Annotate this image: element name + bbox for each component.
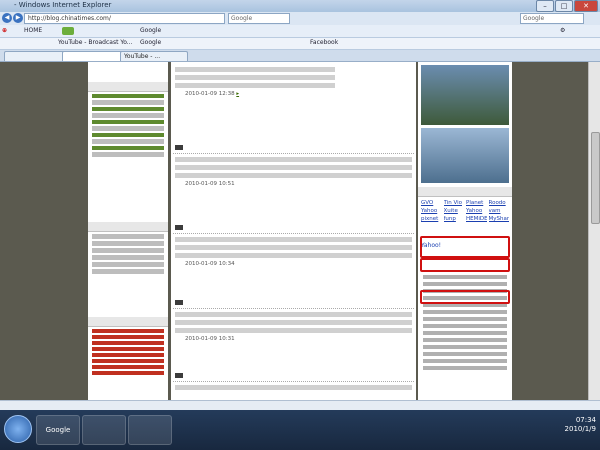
post-meta: 2010-01-09 10:34 (185, 261, 235, 267)
right-block-links: GVO Tin Vio Planet Roodo Yahoo Xuite Yah… (418, 187, 512, 225)
sidebar-photo[interactable] (421, 128, 509, 183)
post-meta: 2010-01-09 12:38 ▸ (185, 91, 240, 97)
start-button[interactable] (4, 415, 32, 443)
left-sidebar (88, 62, 168, 400)
minimize-button[interactable]: – (536, 0, 554, 12)
tab-item[interactable] (4, 51, 68, 61)
close-button[interactable]: ✕ (574, 0, 598, 12)
link-item[interactable]: funp (444, 216, 465, 222)
tab-strip: YouTube - ... (0, 50, 600, 62)
page-content: 2010-01-09 12:38 ▸ 2010-01-09 10:51 2010… (0, 62, 588, 400)
sidebar-heading (88, 222, 168, 232)
toolbar-home[interactable]: HOME (24, 27, 42, 35)
sidebar-heading (88, 317, 168, 327)
post-title[interactable] (173, 222, 414, 234)
link-item[interactable]: HEMiDEMi (466, 216, 487, 222)
highlight-box (420, 258, 510, 272)
window-title: - Windows Internet Explorer (14, 1, 112, 9)
link-item[interactable]: vam (489, 208, 510, 214)
vertical-scrollbar[interactable] (588, 62, 600, 400)
sidebar-block-recent (88, 82, 168, 159)
sidebar-heading (88, 82, 168, 92)
post-title[interactable] (173, 370, 414, 382)
toolbar-google[interactable]: Google (140, 27, 161, 35)
link-item[interactable]: Planet (466, 200, 487, 206)
link-item[interactable]: GVO (421, 200, 442, 206)
window-controls: – □ ✕ (536, 0, 598, 12)
link-item[interactable]: pixnet (421, 216, 442, 222)
post-meta: 2010-01-09 10:31 (185, 336, 235, 342)
link-item[interactable]: MyShare (489, 216, 510, 222)
post-item (173, 370, 414, 393)
taskbar-app[interactable] (128, 415, 172, 445)
post-item: 2010-01-09 12:38 ▸ (173, 64, 414, 97)
favorites-item[interactable]: YouTube - Broadcast Yo... (58, 39, 133, 47)
sidebar-block-ranking (88, 317, 168, 377)
link-item[interactable]: Roodo (489, 200, 510, 206)
sidebar-heading (418, 187, 512, 197)
post-title[interactable] (173, 142, 414, 154)
google-toolbar: ⊕ HOME Google ⚙ (0, 25, 600, 38)
taskbar-app[interactable] (82, 415, 126, 445)
address-row: ◀ ▶ http://blog.chinatimes.com/ Google G… (0, 12, 600, 25)
highlight-box (420, 236, 510, 258)
highlight-box (420, 290, 510, 304)
post-item: 2010-01-09 10:51 (173, 142, 414, 187)
favorites-item[interactable]: Google (140, 39, 161, 47)
favorites-bar: YouTube - Broadcast Yo... Google Faceboo… (0, 38, 600, 50)
taskbar: Google 07:34 2010/1/9 (0, 410, 600, 450)
tab-item[interactable]: YouTube - ... (120, 51, 188, 61)
toolbar-logo: ⊕ (2, 27, 8, 34)
link-item[interactable]: Yahoo (466, 208, 487, 214)
toolbar-tab[interactable] (62, 27, 74, 35)
forward-button[interactable]: ▶ (13, 13, 23, 23)
scroll-thumb[interactable] (591, 132, 600, 224)
post-title[interactable] (173, 297, 414, 309)
tab-item-active[interactable] (62, 51, 126, 61)
back-button[interactable]: ◀ (2, 13, 12, 23)
address-bar[interactable]: http://blog.chinatimes.com/ (24, 13, 225, 24)
post-item: 2010-01-09 10:34 (173, 222, 414, 267)
google-search-box[interactable]: Google (228, 13, 290, 24)
system-clock: 07:34 2010/1/9 (564, 416, 596, 433)
favorites-item[interactable]: Facebook (310, 39, 338, 47)
link-item[interactable]: Xuite (444, 208, 465, 214)
read-more-link[interactable]: ▸ (236, 91, 239, 97)
sidebar-photo[interactable] (421, 65, 509, 125)
toolbar-gear-icon[interactable]: ⚙ (560, 27, 565, 35)
right-list (418, 272, 512, 373)
sidebar-block-editors (88, 222, 168, 276)
window-titlebar: - Windows Internet Explorer – □ ✕ (0, 0, 600, 12)
main-column: 2010-01-09 12:38 ▸ 2010-01-09 10:51 2010… (171, 62, 416, 400)
post-item: 2010-01-09 10:31 (173, 297, 414, 342)
maximize-button[interactable]: □ (555, 0, 573, 12)
post-meta: 2010-01-09 10:51 (185, 181, 235, 187)
right-sidebar: GVO Tin Vio Planet Roodo Yahoo Xuite Yah… (418, 62, 512, 400)
taskbar-app[interactable]: Google (36, 415, 80, 445)
link-item[interactable]: Tin Vio (444, 200, 465, 206)
search-box[interactable]: Google (520, 13, 584, 24)
link-item[interactable]: Yahoo (421, 208, 442, 214)
